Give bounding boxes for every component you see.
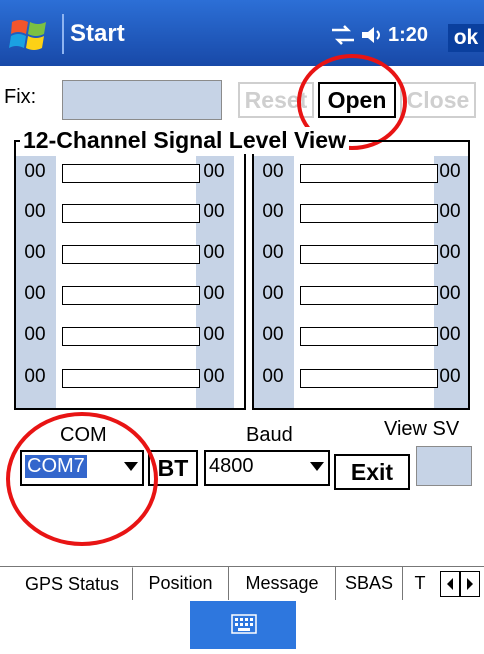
exit-button[interactable]: Exit	[334, 454, 410, 490]
viewsv-label: View SV	[384, 418, 460, 440]
baud-label: Baud	[246, 424, 293, 446]
signal-bar	[62, 164, 200, 183]
signal-bar	[300, 204, 438, 223]
signal-bar	[300, 369, 438, 388]
signal-row: 00 00	[254, 159, 468, 185]
clock[interactable]: 1:20	[388, 24, 428, 47]
tab-message[interactable]: Message	[229, 567, 336, 601]
tab-more[interactable]: T	[403, 567, 437, 601]
close-button[interactable]: Close	[400, 82, 476, 118]
signal-bar	[300, 327, 438, 346]
windows-logo-icon[interactable]	[8, 12, 52, 56]
signal-id: 00	[262, 201, 284, 222]
signal-value: 00	[439, 201, 461, 222]
arrow-left-icon[interactable]	[440, 571, 460, 597]
tab-bar: GPS Status Position Message SBAS T	[0, 566, 484, 602]
signal-row: 00 00	[16, 281, 236, 307]
signal-value: 00	[439, 161, 461, 182]
signal-row: 00 00	[16, 159, 236, 185]
signal-row: 00 00	[254, 199, 468, 225]
signal-bar	[62, 245, 200, 264]
signal-value: 00	[203, 201, 225, 222]
signal-row: 00 00	[254, 322, 468, 348]
signal-row: 00 00	[16, 322, 236, 348]
signal-row: 00 00	[16, 240, 236, 266]
signal-bar	[62, 286, 200, 305]
signal-id: 00	[24, 366, 46, 387]
tab-sbas[interactable]: SBAS	[336, 567, 403, 601]
signal-value: 00	[203, 283, 225, 304]
signal-bar	[300, 286, 438, 305]
signal-value: 00	[203, 366, 225, 387]
signal-bar	[300, 164, 438, 183]
signal-bar	[300, 245, 438, 264]
keyboard-icon	[231, 614, 257, 634]
signal-bar	[62, 327, 200, 346]
signal-id: 00	[262, 366, 284, 387]
signal-id: 00	[24, 283, 46, 304]
signal-id: 00	[262, 242, 284, 263]
viewsv-field[interactable]	[416, 446, 472, 486]
chevron-down-icon	[310, 462, 324, 471]
signal-row: 00 00	[254, 240, 468, 266]
tab-gps-status[interactable]: GPS Status	[12, 567, 133, 602]
ok-button[interactable]: ok	[448, 24, 484, 52]
signal-value: 00	[203, 242, 225, 263]
signal-row: 00 00	[16, 199, 236, 225]
signal-id: 00	[262, 283, 284, 304]
baud-select[interactable]: 4800	[204, 450, 330, 486]
signal-row: 00 00	[254, 364, 468, 390]
signal-bar	[62, 369, 200, 388]
signal-row: 00 00	[16, 364, 236, 390]
signal-bar	[62, 204, 200, 223]
signal-value: 00	[439, 366, 461, 387]
fix-label: Fix:	[4, 86, 37, 108]
signal-value: 00	[439, 283, 461, 304]
signal-id: 00	[24, 201, 46, 222]
connectivity-icon[interactable]	[330, 24, 356, 46]
signal-value: 00	[439, 324, 461, 345]
signal-id: 00	[24, 161, 46, 182]
baud-select-value: 4800	[209, 455, 254, 477]
fix-field	[62, 80, 222, 120]
window-title: Start	[70, 20, 125, 47]
speaker-icon[interactable]	[360, 24, 386, 46]
signal-value: 00	[439, 242, 461, 263]
arrow-right-icon[interactable]	[460, 571, 480, 597]
group-title: 12-Channel Signal Level View	[20, 127, 349, 154]
signal-value: 00	[203, 161, 225, 182]
title-separator	[62, 14, 64, 54]
signal-id: 00	[262, 161, 284, 182]
title-bar: Start 1:20 ok	[0, 0, 484, 66]
signal-id: 00	[24, 242, 46, 263]
signal-value: 00	[203, 324, 225, 345]
signal-id: 00	[24, 324, 46, 345]
signal-id: 00	[262, 324, 284, 345]
signal-row: 00 00	[254, 281, 468, 307]
keyboard-button[interactable]	[190, 601, 296, 649]
tab-position[interactable]: Position	[133, 567, 229, 601]
highlight-circle-com	[6, 412, 158, 546]
